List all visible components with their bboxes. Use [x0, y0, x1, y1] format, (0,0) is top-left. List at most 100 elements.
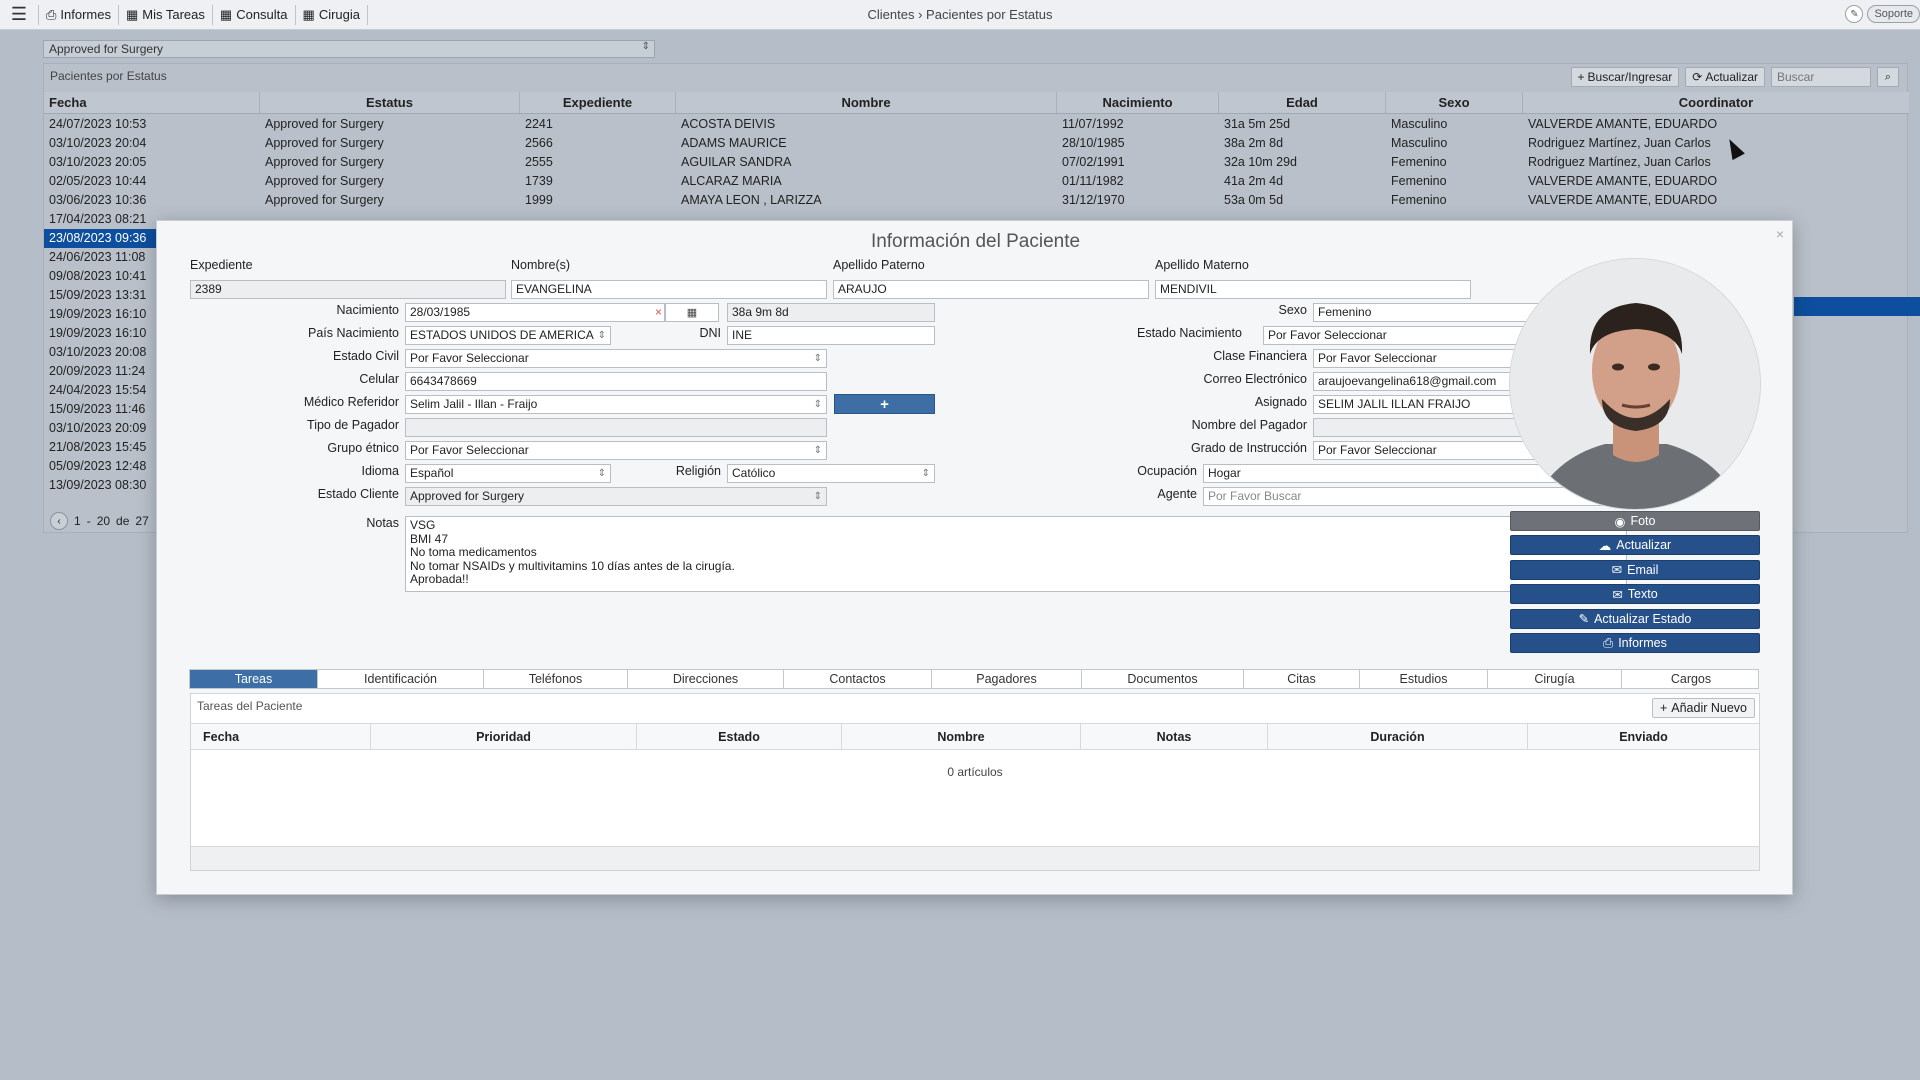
nav-cirugia[interactable]: ▦ Cirugia [294, 4, 368, 25]
actualizar-estado-button[interactable]: ✎ Actualizar Estado [1510, 608, 1760, 629]
table-row[interactable]: 03/06/2023 10:36 Approved for Surgery 1999… [44, 191, 1909, 210]
table-row-date[interactable]: 15/09/2023 13:31 [44, 286, 156, 305]
table-row-date[interactable]: 21/08/2023 15:45 [44, 438, 156, 457]
table-row-date[interactable]: 24/06/2023 11:08 [44, 248, 156, 267]
actualizar-button[interactable]: ☁ Actualizar [1510, 535, 1760, 556]
calendar-icon: ▦ [302, 6, 315, 22]
col-coordinator[interactable]: Coordinator [1523, 92, 1909, 113]
tab-documentos[interactable]: Documentos [1082, 670, 1244, 688]
col-nacimiento[interactable]: Nacimiento [1057, 92, 1219, 113]
edit-icon[interactable]: ✎ [1845, 5, 1864, 23]
nav-mis-tareas[interactable]: ▦ Mis Tareas [117, 4, 212, 25]
col-nombre[interactable]: Nombre [676, 92, 1057, 113]
tipo-pagador-field[interactable] [405, 418, 827, 437]
medico-referidor-select[interactable]: Selim Jalil - Illan - Fraijo [405, 395, 827, 414]
dni-field[interactable]: INE [727, 326, 935, 345]
table-row-date[interactable]: 19/09/2023 16:10 [44, 324, 156, 343]
close-icon[interactable]: × [1776, 226, 1784, 242]
nav-informes[interactable]: ⎙ Informes [38, 4, 118, 25]
col-estatus[interactable]: Estatus [260, 92, 520, 113]
table-row[interactable]: 03/10/2023 20:04 Approved for Surgery 2566… [44, 134, 1909, 153]
table-row[interactable]: 24/07/2023 10:53 Approved for Surgery 2241… [44, 115, 1909, 134]
col-edad[interactable]: Edad [1219, 92, 1386, 113]
col-sexo[interactable]: Sexo [1386, 92, 1523, 113]
col-task-estado[interactable]: Estado [637, 724, 842, 749]
table-row[interactable]: 03/10/2023 20:05 Approved for Surgery 2555… [44, 153, 1909, 172]
table-row-date[interactable]: 09/08/2023 10:41 [44, 267, 156, 286]
chevron-left-icon[interactable]: ‹ [50, 512, 68, 530]
nombres-field[interactable]: EVANGELINA [511, 280, 827, 299]
texto-button[interactable]: ✉ Texto [1510, 584, 1760, 605]
tab-telefonos[interactable]: Teléfonos [484, 670, 628, 688]
grupo-etnico-select[interactable]: Por Favor Seleccionar [405, 441, 827, 460]
tab-tareas[interactable]: Tareas [190, 670, 318, 688]
birthdate-input[interactable]: 28/03/1985 × [405, 303, 665, 322]
refresh-button[interactable]: ⟳ Actualizar [1685, 67, 1765, 87]
age-field: 38a 9m 8d [727, 303, 935, 322]
cell-estatus: Approved for Surgery [265, 117, 384, 131]
add-doctor-button[interactable]: + [834, 394, 935, 414]
celular-field[interactable]: 6643478669 [405, 372, 827, 391]
envelope-icon: ✉ [1611, 563, 1623, 578]
col-task-fecha[interactable]: Fecha [191, 724, 371, 749]
label-religion: Religión [675, 464, 721, 478]
add-new-task-button[interactable]: + Añadir Nuevo [1651, 698, 1755, 718]
tab-contactos[interactable]: Contactos [784, 670, 932, 688]
col-fecha[interactable]: Fecha [44, 92, 260, 113]
apellido-materno-field[interactable]: MENDIVIL [1155, 280, 1471, 299]
calendar-icon: ▦ [125, 6, 139, 22]
tab-estudios[interactable]: Estudios [1360, 670, 1488, 688]
col-task-duracion[interactable]: Duración [1268, 724, 1528, 749]
estado-cliente-select[interactable]: Approved for Surgery [405, 487, 827, 506]
table-row-date[interactable]: 05/09/2023 12:48 [44, 457, 156, 476]
religion-select[interactable]: Católico [727, 464, 935, 483]
table-row-date[interactable]: 13/09/2023 08:30 [44, 476, 156, 495]
cell-fecha: 03/10/2023 20:04 [49, 136, 147, 150]
idioma-select[interactable]: Español [405, 464, 611, 483]
table-row-date[interactable]: 24/04/2023 15:54 [44, 381, 156, 400]
cell-nombre: ACOSTA DEIVIS [681, 117, 776, 131]
table-row-date[interactable]: 03/10/2023 20:09 [44, 419, 156, 438]
top-bar: ☰ ⎙ Informes ▦ Mis Tareas ▦ Consulta ▦ Cirug… [0, 0, 1920, 30]
col-task-enviado[interactable]: Enviado [1528, 724, 1759, 749]
label-nombre-pagador: Nombre del Pagador [1191, 418, 1307, 432]
tab-direcciones[interactable]: Direcciones [628, 670, 784, 688]
col-task-prioridad[interactable]: Prioridad [371, 724, 637, 749]
status-filter-select[interactable]: Approved for Surgery ⇕ [43, 40, 655, 58]
calendar-icon[interactable]: ▦ [665, 303, 719, 322]
tab-cirugia[interactable]: Cirugía [1488, 670, 1622, 688]
breadcrumb-parent[interactable]: Clientes [867, 7, 914, 22]
table-row[interactable]: 02/05/2023 10:44 Approved for Surgery 1739… [44, 172, 1909, 191]
apellido-paterno-field[interactable]: ARAUJO [833, 280, 1149, 299]
notes-textarea[interactable]: VSG BMI 47 No toma medicamentos No tomar… [405, 516, 1627, 592]
table-row-date[interactable]: 15/09/2023 11:46 [44, 400, 156, 419]
tab-pagadores[interactable]: Pagadores [932, 670, 1082, 688]
tab-identificacion[interactable]: Identificación [318, 670, 484, 688]
table-row-date[interactable]: 23/08/2023 09:36 [44, 229, 156, 248]
col-expediente[interactable]: Expediente [520, 92, 676, 113]
pais-nacimiento-select[interactable]: ESTADOS UNIDOS DE AMERICA [405, 326, 611, 345]
foto-button[interactable]: ◉ Foto [1510, 511, 1760, 531]
expediente-field[interactable]: 2389 [190, 280, 506, 299]
hamburger-menu-icon[interactable]: ☰ [0, 0, 38, 30]
nav-consulta[interactable]: ▦ Consulta [211, 4, 295, 25]
table-row-date[interactable]: 20/09/2023 11:24 [44, 362, 156, 381]
col-task-nombre[interactable]: Nombre [842, 724, 1081, 749]
table-row-date[interactable]: 19/09/2023 16:10 [44, 305, 156, 324]
cell-coordinator: Rodriguez Martínez, Juan Carlos [1528, 155, 1711, 169]
email-button[interactable]: ✉ Email [1510, 559, 1760, 580]
table-row-date[interactable]: 03/10/2023 20:08 [44, 343, 156, 362]
table-row-date[interactable]: 17/04/2023 08:21 [44, 210, 156, 229]
search-icon[interactable]: ⌕ [1877, 67, 1899, 87]
estado-civil-select[interactable]: Por Favor Seleccionar [405, 349, 827, 368]
support-button[interactable]: Soporte [1867, 5, 1920, 23]
search-add-button[interactable]: + Buscar/Ingresar [1570, 67, 1680, 87]
agente-search-select[interactable]: Por Favor Buscar [1203, 487, 1627, 506]
label-nacimiento: Nacimiento [336, 303, 399, 317]
tab-cargos[interactable]: Cargos [1622, 670, 1760, 688]
informes-button[interactable]: ⎙ Informes [1510, 633, 1760, 653]
grid-search-input[interactable]: Buscar [1771, 67, 1871, 87]
tab-citas[interactable]: Citas [1244, 670, 1360, 688]
col-task-notas[interactable]: Notas [1081, 724, 1268, 749]
clear-icon[interactable]: × [655, 304, 662, 321]
